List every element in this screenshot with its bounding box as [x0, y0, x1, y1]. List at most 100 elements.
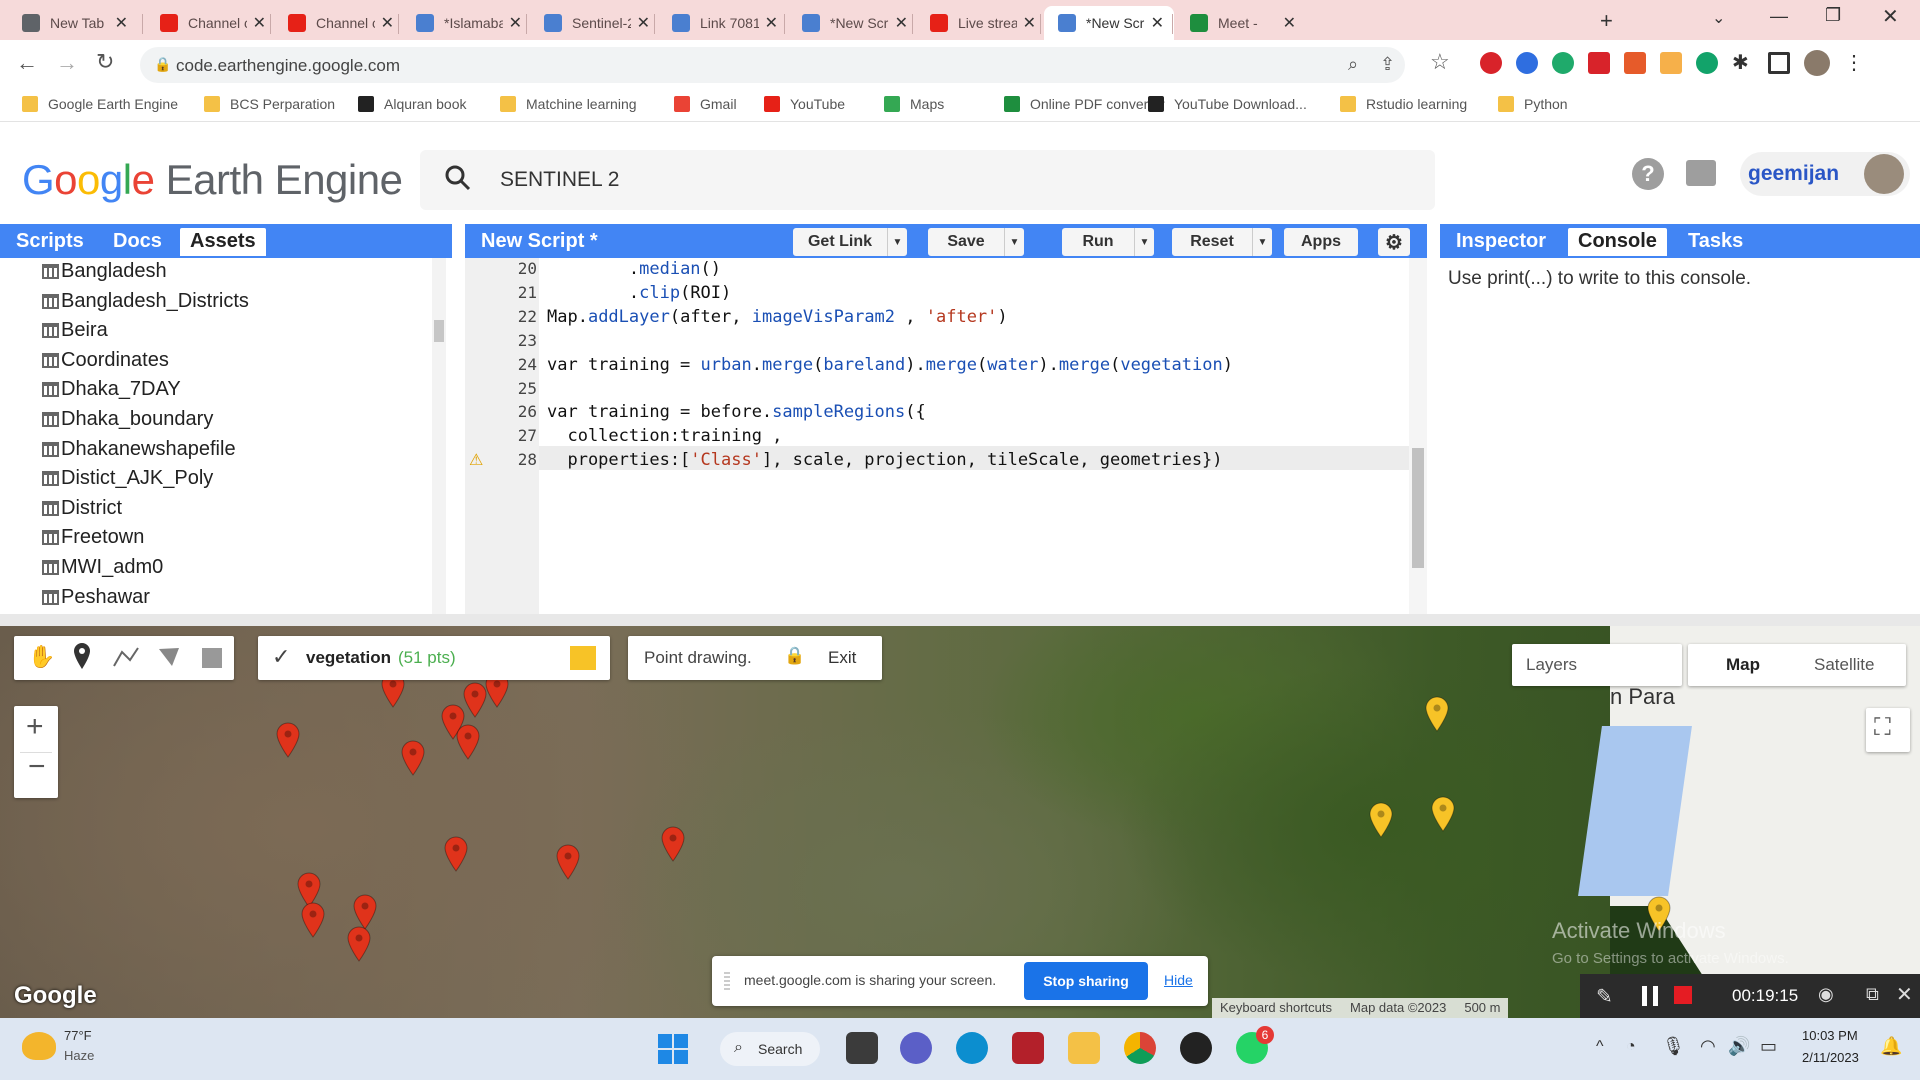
- code-line[interactable]: var training = before.sampleRegions({: [547, 402, 926, 422]
- new-tab-button[interactable]: +: [1600, 8, 1613, 34]
- map-marker[interactable]: [1368, 802, 1394, 838]
- chevron-down-icon[interactable]: ▼: [1134, 228, 1154, 256]
- close-window-button[interactable]: ✕: [1882, 4, 1899, 29]
- bookmark-item[interactable]: Google Earth Engine: [22, 96, 178, 112]
- tab-console[interactable]: Console: [1568, 228, 1667, 256]
- asset-item[interactable]: Dhaka_boundary: [42, 408, 213, 431]
- close-tab-icon[interactable]: ✕: [1283, 13, 1296, 33]
- zoom-in-button[interactable]: +: [26, 710, 44, 744]
- run-button[interactable]: Run ▼: [1062, 228, 1154, 256]
- map-marker[interactable]: [555, 844, 581, 880]
- chevron-down-icon[interactable]: ▼: [887, 228, 907, 256]
- close-tab-icon[interactable]: ✕: [253, 13, 266, 33]
- pen-icon[interactable]: ✎: [1596, 984, 1613, 1009]
- asset-item[interactable]: Coordinates: [42, 349, 169, 372]
- asset-item[interactable]: Freetown: [42, 526, 144, 549]
- map-marker[interactable]: [1430, 796, 1456, 832]
- map-marker[interactable]: [660, 826, 686, 862]
- tab-tasks[interactable]: Tasks: [1678, 228, 1753, 256]
- checkmark-icon[interactable]: ✓: [272, 644, 290, 670]
- code-line[interactable]: .clip(ROI): [547, 283, 731, 303]
- polygon-icon[interactable]: [156, 644, 182, 670]
- get-link-button[interactable]: Get Link ▼: [793, 228, 907, 256]
- bookmark-item[interactable]: YouTube: [764, 96, 845, 112]
- geometry-layer-chip[interactable]: ✓ vegetation (51 pts): [258, 636, 610, 680]
- asset-item[interactable]: District: [42, 497, 122, 520]
- forward-icon[interactable]: →: [56, 50, 78, 76]
- hand-icon[interactable]: ✋: [28, 644, 55, 670]
- address-bar[interactable]: 🔒 code.earthengine.google.com ⌕ ⇪: [140, 47, 1405, 83]
- map-marker[interactable]: [346, 926, 372, 962]
- windows-start-icon[interactable]: [658, 1034, 688, 1064]
- chat-icon[interactable]: [900, 1032, 932, 1064]
- browser-tab[interactable]: Live stream ✕: [916, 6, 1046, 40]
- close-tab-icon[interactable]: ✕: [381, 13, 394, 33]
- bookmark-item[interactable]: BCS Perparation: [204, 96, 335, 112]
- browser-tab[interactable]: *New Scrip ✕: [1044, 6, 1174, 40]
- reset-button[interactable]: Reset ▼: [1172, 228, 1272, 256]
- share-icon[interactable]: ⇪: [1380, 54, 1395, 75]
- assets-scrollbar[interactable]: [432, 258, 446, 614]
- profile-avatar[interactable]: [1804, 50, 1830, 76]
- asset-item[interactable]: Dhaka_7DAY: [42, 378, 181, 401]
- map-marker[interactable]: [300, 902, 326, 938]
- asset-item[interactable]: Beira: [42, 319, 108, 342]
- close-icon[interactable]: ✕: [1896, 982, 1913, 1007]
- fullscreen-button[interactable]: ⛶: [1866, 708, 1910, 752]
- extension-icon[interactable]: [1696, 52, 1718, 74]
- close-tab-icon[interactable]: ✕: [765, 13, 778, 33]
- clock-date[interactable]: 2/11/2023: [1802, 1050, 1859, 1065]
- restore-button[interactable]: ❐: [1825, 5, 1841, 26]
- chrome-icon[interactable]: [1124, 1032, 1156, 1064]
- editor-scrollbar[interactable]: [1409, 258, 1427, 614]
- minimize-button[interactable]: —: [1770, 6, 1788, 27]
- camera-icon[interactable]: ◉: [1818, 984, 1834, 1005]
- code-editor[interactable]: 20 21 22 23 24 25 26 27 28 ⚠ .median() .clip(ROI)…: [465, 258, 1427, 614]
- map-type-map-button[interactable]: Map: [1726, 655, 1760, 675]
- browser-tab[interactable]: *Islamabad ✕: [402, 6, 532, 40]
- zoom-icon[interactable]: ⌕: [1348, 54, 1358, 75]
- stop-recording-icon[interactable]: [1674, 986, 1692, 1004]
- browser-tab[interactable]: Channel co ✕: [146, 6, 276, 40]
- bookmark-item[interactable]: Rstudio learning: [1340, 96, 1467, 112]
- code-line[interactable]: collection:training ,: [547, 426, 782, 446]
- close-tab-icon[interactable]: ✕: [115, 13, 128, 33]
- side-panel-icon[interactable]: [1768, 52, 1790, 74]
- tab-assets[interactable]: Assets: [180, 228, 266, 256]
- battery-icon[interactable]: ▭: [1760, 1036, 1777, 1057]
- lock-icon[interactable]: 🔒: [784, 646, 805, 666]
- task-view-icon[interactable]: [846, 1032, 878, 1064]
- search-box[interactable]: SENTINEL 2: [420, 150, 1435, 210]
- asset-item[interactable]: Bangladesh: [42, 260, 167, 283]
- puzzle-icon[interactable]: ✱: [1732, 52, 1754, 74]
- rectangle-icon[interactable]: [202, 648, 222, 668]
- extension-icon[interactable]: [1480, 52, 1502, 74]
- extension-icon[interactable]: [1552, 52, 1574, 74]
- asset-item[interactable]: Peshawar: [42, 586, 150, 609]
- save-button[interactable]: Save ▼: [928, 228, 1024, 256]
- clock-time[interactable]: 10:03 PM: [1802, 1028, 1858, 1043]
- reload-icon[interactable]: ↻: [96, 49, 114, 75]
- extension-icon[interactable]: [1516, 52, 1538, 74]
- map-marker[interactable]: [400, 740, 426, 776]
- extension-icon[interactable]: [1660, 52, 1682, 74]
- bookmark-star-icon[interactable]: ☆: [1430, 49, 1450, 75]
- code-line[interactable]: Map.addLayer(after, imageVisParam2 , 'af…: [547, 307, 1008, 327]
- chevron-up-icon[interactable]: ^: [1596, 1038, 1604, 1056]
- panel-splitter[interactable]: [0, 614, 1920, 626]
- map-marker[interactable]: [352, 894, 378, 930]
- notification-bell-icon[interactable]: 🔔: [1880, 1036, 1902, 1057]
- close-tab-icon[interactable]: ✕: [895, 13, 908, 33]
- edit-icon[interactable]: ⧉: [1866, 984, 1879, 1005]
- asset-item[interactable]: Bangladesh_Districts: [42, 290, 249, 313]
- marker-icon[interactable]: [72, 642, 92, 670]
- wifi-icon[interactable]: ◠: [1700, 1036, 1716, 1057]
- asset-item[interactable]: Dhakanewshapefile: [42, 438, 236, 461]
- warning-icon[interactable]: ⚠: [469, 450, 483, 470]
- close-tab-icon[interactable]: ✕: [1023, 13, 1036, 33]
- asset-item[interactable]: Distict_AJK_Poly: [42, 467, 213, 490]
- layer-color-swatch[interactable]: [570, 646, 596, 670]
- extension-icon[interactable]: [1624, 52, 1646, 74]
- whatsapp-icon[interactable]: 6: [1236, 1026, 1274, 1064]
- volume-icon[interactable]: 🔊: [1728, 1036, 1750, 1057]
